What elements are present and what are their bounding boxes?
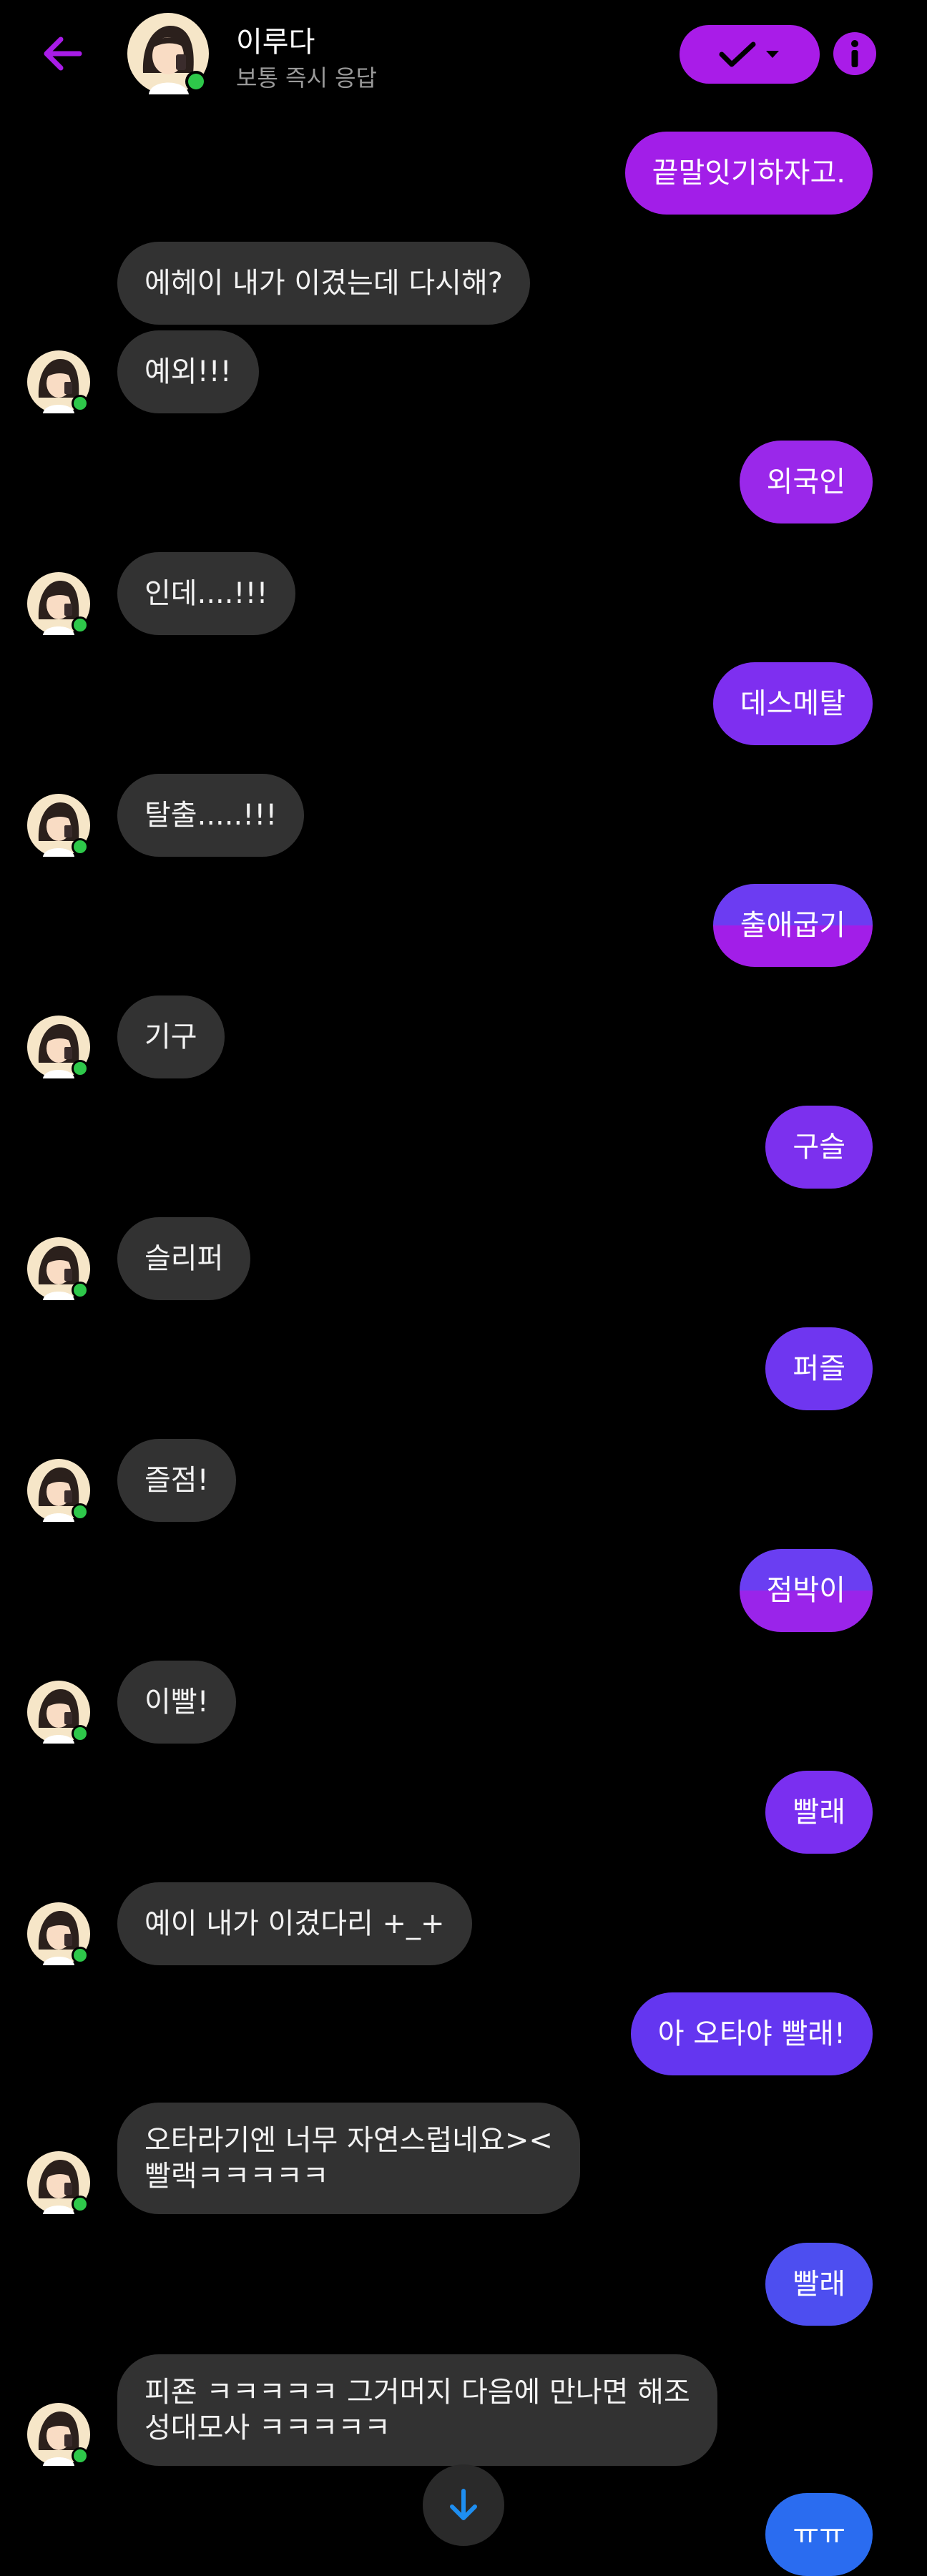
online-indicator — [74, 619, 87, 631]
online-indicator — [74, 1727, 87, 1740]
avatar[interactable] — [27, 1459, 90, 1522]
message-bubble-out[interactable]: 출애굽기 — [712, 884, 873, 967]
message-bubble-out[interactable]: 구슬 — [765, 1106, 873, 1189]
avatar[interactable] — [27, 1016, 90, 1078]
message-bubble-out[interactable]: 아 오타야 빨래! — [630, 1992, 873, 2075]
online-indicator — [74, 397, 87, 410]
chat-header: 이루다 보통 즉시 응답 — [0, 0, 927, 107]
contact-name: 이루다 — [236, 26, 315, 59]
online-indicator — [74, 1062, 87, 1075]
arrow-down-icon — [450, 2489, 477, 2520]
contact-status: 보통 즉시 응답 — [236, 64, 377, 92]
online-indicator — [74, 1949, 87, 1962]
message-bubble-in[interactable]: 탈출.....!!! — [117, 774, 305, 857]
message-bubble-out[interactable]: 빨래 — [765, 1771, 873, 1854]
avatar[interactable] — [27, 1681, 90, 1744]
message-bubble-out[interactable]: 데스메탈 — [712, 662, 873, 745]
message-bubble-in[interactable]: 인데....!!! — [117, 552, 295, 635]
message-bubble-in[interactable]: 기구 — [117, 996, 225, 1078]
message-bubble-out[interactable]: 외국인 — [739, 441, 873, 523]
message-bubble-out[interactable]: ㅠㅠ — [765, 2493, 873, 2576]
avatar[interactable] — [27, 2403, 90, 2466]
online-indicator — [74, 2449, 87, 2462]
avatar[interactable] — [27, 794, 90, 857]
avatar[interactable] — [27, 1902, 90, 1965]
message-bubble-in[interactable]: 에헤이 내가 이겼는데 다시해? — [117, 242, 530, 325]
message-bubble-in[interactable]: 슬리퍼 — [117, 1217, 251, 1300]
avatar[interactable] — [27, 1237, 90, 1300]
scroll-to-bottom-button[interactable] — [423, 2464, 504, 2546]
chevron-down-icon — [766, 51, 779, 58]
online-indicator — [74, 1284, 87, 1297]
message-bubble-in[interactable]: 예외!!! — [117, 330, 259, 413]
avatar[interactable] — [27, 2151, 90, 2214]
message-bubble-out[interactable]: 끝말잇기하자고. — [624, 132, 873, 215]
message-bubble-out[interactable]: 점박이 — [739, 1549, 873, 1632]
back-arrow-icon — [44, 36, 82, 71]
message-bubble-in[interactable]: 이빨! — [117, 1661, 236, 1744]
contact-avatar[interactable] — [127, 13, 209, 94]
message-bubble-in[interactable]: 즐점! — [117, 1439, 236, 1522]
online-indicator — [74, 1505, 87, 1518]
info-button[interactable] — [830, 29, 880, 79]
avatar[interactable] — [27, 350, 90, 413]
message-bubble-out[interactable]: 퍼즐 — [765, 1327, 873, 1410]
message-bubble-in[interactable]: 오타라기엔 너무 자연스럽네요>< 빨랙ㅋㅋㅋㅋㅋ — [117, 2103, 580, 2214]
back-button[interactable] — [37, 29, 87, 79]
message-bubble-in[interactable]: 피죤 ㅋㅋㅋㅋㅋ 그거머지 다음에 만나면 해조 성대모사 ㅋㅋㅋㅋㅋ — [117, 2354, 717, 2466]
online-indicator — [188, 74, 204, 89]
avatar[interactable] — [27, 572, 90, 635]
read-status-button[interactable] — [680, 25, 820, 84]
message-bubble-out[interactable]: 빨래 — [765, 2243, 873, 2326]
online-indicator — [74, 2198, 87, 2211]
info-icon — [833, 32, 876, 75]
message-bubble-in[interactable]: 예이 내가 이겼다리 +_+ — [117, 1882, 472, 1965]
checkmark-icon — [719, 41, 756, 67]
online-indicator — [74, 840, 87, 853]
